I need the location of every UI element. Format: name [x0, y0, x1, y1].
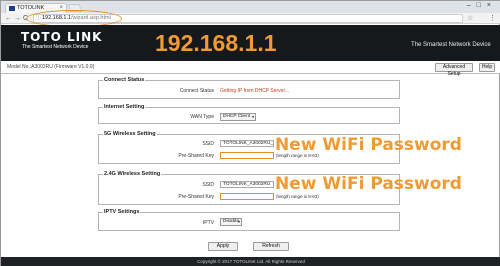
- copyright-footer: Copyright © 2017 TOTOLINK Ltd. All Right…: [1, 257, 500, 266]
- apply-button[interactable]: Apply: [208, 242, 238, 251]
- ssid-24g-input[interactable]: TOTOLINK_A3002RU: [220, 181, 274, 188]
- new-wifi-password-overlay-5g: New WiFi Password: [275, 135, 462, 155]
- key-5g-label: Pre-Shared Key: [178, 153, 214, 159]
- forward-icon[interactable]: →: [14, 14, 21, 23]
- bookmark-star-icon[interactable]: ☆: [467, 14, 473, 22]
- iptv-value: Disable: [223, 219, 239, 224]
- help-button[interactable]: Help: [479, 63, 495, 72]
- header-slogan: The Smartest Network Device: [411, 42, 491, 48]
- connect-status-label: Connect Status: [179, 88, 214, 94]
- wan-type-value: DHCP Client: [223, 114, 251, 119]
- key-24g-label: Pre-Shared Key: [178, 194, 214, 200]
- advanced-setup-button[interactable]: Advanced Setup: [435, 63, 473, 77]
- new-wifi-password-overlay-24g: New WiFi Password: [275, 174, 462, 194]
- ip-address-overlay: 192.168.1.1: [155, 30, 277, 56]
- key-5g-input[interactable]: [220, 152, 274, 159]
- model-info: Model No.:A3002RU (Firmware V1.0.0): [7, 64, 95, 70]
- section-legend: Internet Setting: [103, 104, 146, 110]
- ssid-5g-label: SSID: [202, 141, 214, 147]
- logo-tagline: The Smartest Network Device: [22, 44, 89, 50]
- ssid-5g-input[interactable]: TOTOLINK_A3002RU_5G: [220, 140, 274, 147]
- refresh-button[interactable]: Refresh: [253, 242, 289, 251]
- model-bar: Model No.:A3002RU (Firmware V1.0.0) Adva…: [1, 61, 500, 77]
- iptv-section: IPTV Settings IPTV Disable ▾: [98, 209, 400, 231]
- section-legend: 2.4G Wireless Setting: [103, 171, 162, 177]
- window-controls[interactable]: –□×: [467, 2, 497, 9]
- connect-status-value: Getting IP from DHCP Server...: [220, 88, 290, 94]
- totolink-logo: TOTO LINK The Smartest Network Device: [21, 31, 109, 53]
- section-legend: Connect Status: [103, 77, 146, 83]
- internet-setting-section: Internet Setting WAN Type DHCP Client ▾: [98, 104, 400, 124]
- chevron-down-icon: ▾: [237, 219, 240, 224]
- browser-window: TOTOLINK × –□× ← → C ⓘ 192.168.1.1/wizar…: [0, 0, 500, 266]
- logo-text: TOTO LINK: [21, 30, 103, 44]
- wan-type-select[interactable]: DHCP Client ▾: [220, 113, 256, 121]
- browser-menu-icon[interactable]: ⋮: [489, 14, 496, 22]
- connect-status-section: Connect Status Connect Status Getting IP…: [98, 77, 400, 99]
- section-legend: IPTV Settings: [103, 209, 141, 215]
- wan-type-label: WAN Type: [190, 114, 214, 120]
- iptv-label: IPTV: [202, 220, 214, 226]
- key-24g-input[interactable]: [220, 193, 274, 200]
- iptv-select[interactable]: Disable ▾: [220, 218, 242, 226]
- favicon-icon: [9, 6, 15, 11]
- tab-title: TOTOLINK: [17, 5, 45, 11]
- back-icon[interactable]: ←: [5, 14, 12, 23]
- ssid-24g-label: SSID: [202, 182, 214, 188]
- key-24g-hint: (length range is 8-63): [276, 194, 319, 199]
- chevron-down-icon: ▾: [251, 114, 254, 119]
- section-legend: 5G Wireless Setting: [103, 131, 157, 137]
